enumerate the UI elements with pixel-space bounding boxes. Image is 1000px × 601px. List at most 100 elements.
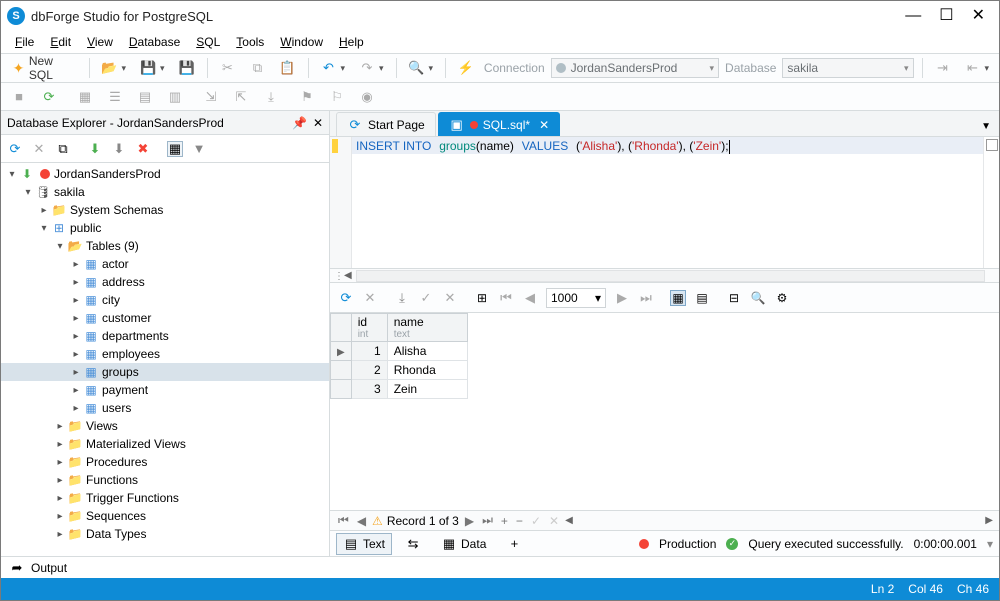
- tree-public-schema[interactable]: ▾⊞ public: [1, 219, 329, 237]
- nav-last-icon[interactable]: ⏭: [638, 290, 654, 306]
- tb-btn-6[interactable]: ⇱: [229, 87, 253, 107]
- nav-add-rec-icon[interactable]: +: [499, 514, 510, 528]
- refresh-results-icon[interactable]: ⟳: [338, 290, 354, 306]
- nav-prev-rec-icon[interactable]: ◀: [355, 514, 368, 528]
- new-sql-button[interactable]: ✦ New SQL: [7, 52, 81, 84]
- menu-edit[interactable]: Edit: [44, 33, 77, 51]
- connection-combo[interactable]: JordanSandersProd ▾: [551, 58, 719, 78]
- find-button[interactable]: 🔍▾: [404, 58, 437, 78]
- tree-connection[interactable]: ▾⬇ JordanSandersProd: [1, 165, 329, 183]
- time-dropdown-icon[interactable]: ▾: [987, 537, 993, 551]
- cell-name[interactable]: Rhonda: [387, 361, 467, 380]
- tree-table-actor[interactable]: ▸▦actor: [1, 255, 329, 273]
- tb-btn-1[interactable]: ▦: [73, 87, 97, 107]
- menu-database[interactable]: Database: [123, 33, 186, 51]
- tree-table-employees[interactable]: ▸▦employees: [1, 345, 329, 363]
- nav-del-rec-icon[interactable]: −: [514, 514, 525, 528]
- filter-icon[interactable]: ▼: [191, 141, 207, 157]
- cancel-results-icon[interactable]: ✕: [362, 290, 378, 306]
- tree-folder-data-types[interactable]: ▸📁Data Types: [1, 525, 329, 543]
- sql-code-line[interactable]: INSERT INTO groups(name) VALUES ('Alisha…: [352, 137, 983, 154]
- grid-row[interactable]: 2Rhonda: [331, 361, 468, 380]
- menu-file[interactable]: File: [9, 33, 40, 51]
- tb-btn-10[interactable]: ◉: [355, 87, 379, 107]
- connect-button[interactable]: ⚡: [454, 58, 478, 78]
- export-icon[interactable]: ⤓: [394, 290, 410, 306]
- copy-tree-icon[interactable]: ⧉: [55, 141, 71, 157]
- grid-mode-icon[interactable]: ⊞: [474, 290, 490, 306]
- tabs-dropdown[interactable]: ▼: [973, 117, 999, 136]
- tree-folder-procedures[interactable]: ▸📁Procedures: [1, 453, 329, 471]
- view-card-icon[interactable]: ▤: [694, 290, 710, 306]
- tree-folder-views[interactable]: ▸📁Views: [1, 417, 329, 435]
- view-pivot-icon[interactable]: ⊟: [726, 290, 742, 306]
- tree-table-departments[interactable]: ▸▦departments: [1, 327, 329, 345]
- menu-tools[interactable]: Tools: [230, 33, 270, 51]
- pin-icon[interactable]: 📌: [292, 116, 307, 130]
- tb-btn-5[interactable]: ⇲: [199, 87, 223, 107]
- tb-btn-3[interactable]: ▤: [133, 87, 157, 107]
- view-swap-button[interactable]: ⇆: [398, 533, 428, 555]
- show-details-icon[interactable]: ▦: [167, 141, 183, 157]
- cell-id[interactable]: 2: [351, 361, 387, 380]
- results-grid[interactable]: idint nametext ▶1Alisha2Rhonda3Zein: [330, 313, 999, 510]
- tb-btn-8[interactable]: ⚑: [295, 87, 319, 107]
- tree-table-payment[interactable]: ▸▦payment: [1, 381, 329, 399]
- nav-revert-rec-icon[interactable]: ✕: [547, 514, 561, 528]
- tab-close-icon[interactable]: ✕: [539, 118, 549, 132]
- rollback-icon[interactable]: ✕: [442, 290, 458, 306]
- tree-folder-materialized-views[interactable]: ▸📁Materialized Views: [1, 435, 329, 453]
- save-all-button[interactable]: 💾: [175, 58, 199, 78]
- redo-button[interactable]: ↷▾: [355, 58, 388, 78]
- nav-commit-rec-icon[interactable]: ✓: [529, 514, 543, 528]
- view-add-button[interactable]: +: [499, 533, 529, 555]
- nav-last-rec-icon[interactable]: ⏭: [480, 513, 495, 528]
- tb-btn-4[interactable]: ▥: [163, 87, 187, 107]
- nav-next-icon[interactable]: ▶: [614, 290, 630, 306]
- tree-table-users[interactable]: ▸▦users: [1, 399, 329, 417]
- stop-button[interactable]: ■: [7, 87, 31, 107]
- editor-splitter[interactable]: ⋮ ◀: [330, 269, 999, 283]
- delete-icon[interactable]: ✕: [31, 141, 47, 157]
- paste-button[interactable]: 📋: [276, 58, 300, 78]
- tree-system-schemas[interactable]: ▸📁 System Schemas: [1, 201, 329, 219]
- col-header-name[interactable]: nametext: [387, 314, 467, 342]
- open-button[interactable]: 📂▾: [98, 58, 131, 78]
- tb-btn-9[interactable]: ⚐: [325, 87, 349, 107]
- tree-table-city[interactable]: ▸▦city: [1, 291, 329, 309]
- col-header-id[interactable]: idint: [351, 314, 387, 342]
- tree-table-groups[interactable]: ▸▦groups: [1, 363, 329, 381]
- page-size-input[interactable]: 1000▾: [546, 288, 606, 308]
- remove-conn-icon[interactable]: ✖: [135, 141, 151, 157]
- close-panel-icon[interactable]: ✕: [313, 116, 323, 130]
- tb-btn-7[interactable]: ⤓: [259, 87, 283, 107]
- nav-next-rec-icon[interactable]: ▶: [463, 514, 476, 528]
- cut-button[interactable]: ✂: [216, 58, 240, 78]
- nav-prev-icon[interactable]: ◀: [522, 290, 538, 306]
- menu-window[interactable]: Window: [274, 33, 329, 51]
- grid-row[interactable]: 3Zein: [331, 380, 468, 399]
- view-search-icon[interactable]: 🔍: [750, 290, 766, 306]
- undo-button[interactable]: ↶▾: [316, 58, 349, 78]
- cell-id[interactable]: 3: [351, 380, 387, 399]
- sql-editor[interactable]: INSERT INTO groups(name) VALUES ('Alisha…: [330, 137, 999, 269]
- tree-table-address[interactable]: ▸▦address: [1, 273, 329, 291]
- copy-button[interactable]: ⧉: [246, 58, 270, 78]
- tree-tables-folder[interactable]: ▾📂 Tables (9): [1, 237, 329, 255]
- maximize-button[interactable]: ☐: [939, 9, 953, 23]
- indent-button[interactable]: ⇥: [931, 58, 955, 78]
- save-button[interactable]: 💾▾: [136, 58, 169, 78]
- database-combo[interactable]: sakila ▾: [782, 58, 913, 78]
- cell-name[interactable]: Zein: [387, 380, 467, 399]
- refresh-button[interactable]: ⟳: [37, 87, 61, 107]
- cell-id[interactable]: 1: [351, 342, 387, 361]
- tree-folder-trigger-functions[interactable]: ▸📁Trigger Functions: [1, 489, 329, 507]
- minimize-button[interactable]: —: [905, 9, 921, 23]
- horizontal-scrollbar[interactable]: [356, 270, 985, 282]
- nav-first-icon[interactable]: ⏮: [498, 290, 514, 306]
- grid-row[interactable]: ▶1Alisha: [331, 342, 468, 361]
- tab-start-page[interactable]: ⟳ Start Page: [336, 112, 436, 136]
- tb-btn-2[interactable]: ☰: [103, 87, 127, 107]
- cell-name[interactable]: Alisha: [387, 342, 467, 361]
- tree-folder-functions[interactable]: ▸📁Functions: [1, 471, 329, 489]
